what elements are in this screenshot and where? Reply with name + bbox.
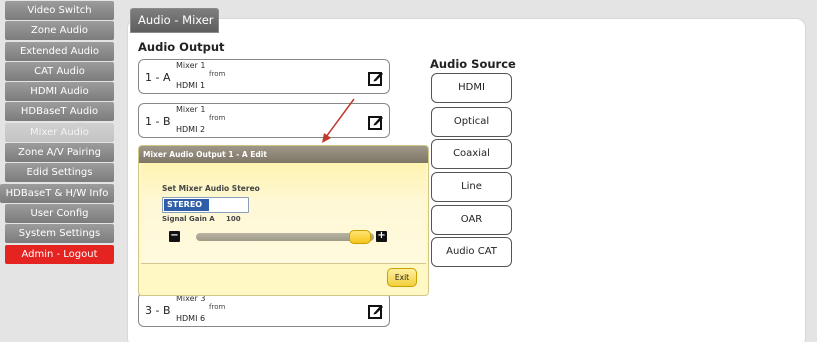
mixer-output-code: 1 - B (145, 115, 171, 128)
sidebar-item-hdbaset-audio[interactable]: HDBaseT Audio (5, 102, 114, 122)
mixer-output-card: 3 - B Mixer 3 from HDMI 6 (138, 292, 390, 327)
from-label: from (209, 70, 226, 78)
source-line-button[interactable]: Line (431, 172, 512, 202)
from-label: from (209, 114, 226, 122)
sidebar-item-cat-audio[interactable]: CAT Audio (5, 61, 114, 81)
mixer-source: HDMI 2 (176, 125, 206, 134)
gain-decrease-button[interactable]: − (169, 231, 180, 242)
edit-icon[interactable] (368, 114, 384, 130)
sidebar-item-zone-av-pairing[interactable]: Zone A/V Pairing (5, 143, 114, 163)
edit-icon[interactable] (368, 303, 384, 319)
sidebar-item-logout[interactable]: Admin - Logout (5, 244, 114, 264)
mixer-output-code: 3 - B (145, 304, 171, 317)
sidebar-item-mixer-audio[interactable]: Mixer Audio (5, 122, 114, 142)
sidebar-item-extended-audio[interactable]: Extended Audio (5, 41, 114, 61)
signal-gain-value: 100 (226, 215, 241, 223)
signal-gain-label: Signal Gain A (162, 215, 215, 223)
mixer-output-code: 1 - A (145, 71, 171, 84)
mixer-edit-dialog: Mixer Audio Output 1 - A Edit Set Mixer … (138, 145, 429, 296)
sidebar-nav: Video Switch Zone Audio Extended Audio C… (0, 0, 119, 265)
sidebar-item-system-settings[interactable]: System Settings (5, 224, 114, 244)
exit-button[interactable]: Exit (387, 268, 417, 287)
sidebar-item-video-switch[interactable]: Video Switch (5, 1, 114, 20)
sidebar-item-hdbaset-hw-info[interactable]: HDBaseT & H/W Info (0, 183, 114, 203)
edit-icon[interactable] (368, 70, 384, 86)
from-label: from (209, 303, 226, 311)
mixer-output-card: 1 - A Mixer 1 from HDMI 1 (138, 59, 390, 94)
mixer-source: HDMI 1 (176, 81, 206, 90)
dialog-title: Mixer Audio Output 1 - A Edit (139, 146, 428, 163)
source-coaxial-button[interactable]: Coaxial (431, 139, 512, 169)
stereo-setting-label: Set Mixer Audio Stereo (162, 184, 260, 193)
section-tab: Audio - Mixer (130, 8, 219, 33)
stereo-mode-select[interactable]: STEREO (162, 197, 249, 213)
source-oar-button[interactable]: OAR (431, 205, 512, 235)
dialog-body: Set Mixer Audio Stereo STEREO Signal Gai… (141, 163, 426, 264)
mixer-source: HDMI 6 (176, 314, 206, 323)
source-hdmi-button[interactable]: HDMI (431, 73, 512, 103)
mixer-name: Mixer 1 (176, 61, 206, 70)
gain-increase-button[interactable]: + (376, 231, 387, 242)
gain-slider-track[interactable] (196, 233, 374, 241)
sidebar-item-hdmi-audio[interactable]: HDMI Audio (5, 82, 114, 102)
mixer-name: Mixer 1 (176, 105, 206, 114)
audio-source-heading: Audio Source (430, 57, 516, 71)
gain-slider-thumb[interactable] (349, 230, 371, 244)
stereo-mode-value: STEREO (164, 199, 209, 211)
source-optical-button[interactable]: Optical (431, 107, 512, 137)
source-audio-cat-button[interactable]: Audio CAT (431, 237, 512, 267)
annotation-arrow-icon (322, 98, 355, 143)
sidebar-item-edid-settings[interactable]: Edid Settings (5, 163, 114, 183)
audio-output-heading: Audio Output (138, 40, 225, 54)
sidebar-item-zone-audio[interactable]: Zone Audio (5, 21, 114, 41)
sidebar-item-user-config[interactable]: User Config (5, 203, 114, 223)
